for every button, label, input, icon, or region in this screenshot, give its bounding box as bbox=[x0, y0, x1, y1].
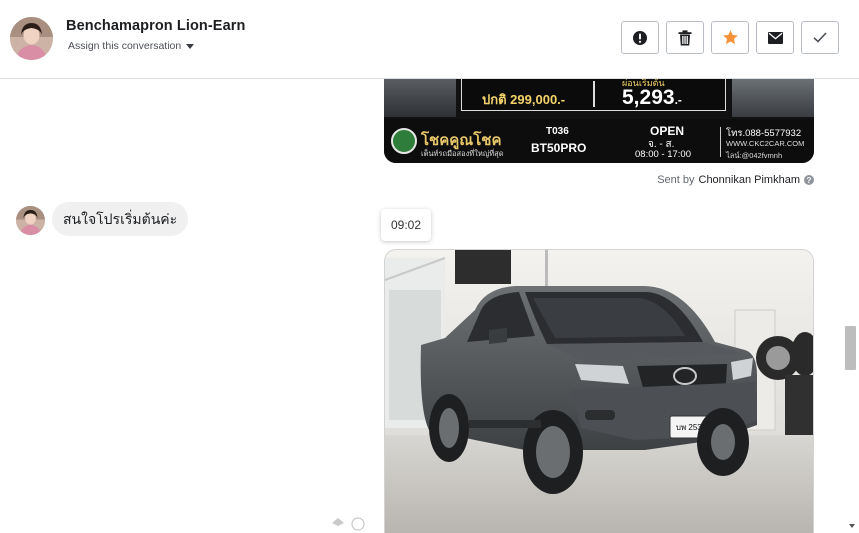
car-thumbnail-left bbox=[384, 79, 456, 117]
stock-code: T036 bbox=[546, 126, 569, 137]
promo-banner-image[interactable]: ปกติ 299,000.- ผ่อนเริ่มต้น 5,293.- โชคค… bbox=[384, 79, 814, 163]
sent-by-agent: Chonnikan Pimkham bbox=[698, 174, 801, 186]
assign-conversation-dropdown[interactable]: Assign this conversation bbox=[68, 40, 195, 52]
car-model: BT50PRO bbox=[531, 141, 587, 155]
banner-footer: โชคคูณโชค เต็นท์รถมือสองที่ใหญ่ที่สุด T0… bbox=[384, 119, 814, 163]
dealer-line-id: ไลน์:@042fvmnh bbox=[726, 151, 783, 160]
price-box: ปกติ 299,000.- ผ่อนเริ่มต้น 5,293.- bbox=[461, 79, 726, 111]
contact-avatar[interactable] bbox=[10, 17, 53, 60]
incoming-message-bubble[interactable]: สนใจโปรเริ่มต้นค่ะ bbox=[52, 202, 189, 236]
delete-button[interactable] bbox=[666, 21, 704, 54]
monthly-value: 5,293 bbox=[622, 86, 675, 109]
exclamation-icon bbox=[633, 30, 647, 45]
help-icon[interactable]: ? bbox=[804, 175, 814, 185]
conversation-thread[interactable]: ปกติ 299,000.- ผ่อนเริ่มต้น 5,293.- โชคค… bbox=[0, 79, 859, 533]
normal-price: ปกติ 299,000.- bbox=[482, 92, 566, 107]
sent-by-prefix: Sent by bbox=[657, 174, 695, 186]
scrollbar-thumb[interactable] bbox=[845, 326, 856, 370]
scrollbar[interactable] bbox=[842, 79, 859, 533]
scroll-down-arrow-icon[interactable] bbox=[849, 524, 855, 528]
open-hours: 08:00 - 17:00 bbox=[635, 149, 691, 160]
conversation-header: Benchamapron Lion-Earn Assign this conve… bbox=[0, 0, 859, 79]
car-thumbnail-right bbox=[732, 79, 814, 117]
envelope-icon bbox=[767, 31, 783, 44]
star-button[interactable] bbox=[711, 21, 749, 54]
dealer-tagline: เต็นท์รถมือสองที่ใหญ่ที่สุด bbox=[421, 149, 504, 158]
emoji-icon[interactable] bbox=[351, 517, 365, 531]
reply-icon[interactable] bbox=[331, 517, 345, 527]
star-icon bbox=[722, 30, 738, 45]
message-timestamp: 09:02 bbox=[381, 209, 432, 241]
message-reaction-icons[interactable] bbox=[331, 517, 365, 531]
checkmark-icon bbox=[813, 32, 827, 43]
caret-down-icon bbox=[186, 44, 195, 49]
trash-icon bbox=[678, 29, 692, 45]
sender-avatar[interactable] bbox=[16, 206, 45, 235]
footer-divider bbox=[720, 127, 721, 157]
dealer-logo-icon bbox=[391, 128, 417, 154]
header-actions bbox=[621, 21, 839, 54]
dealer-website: WWW.CKC2CAR.COM bbox=[726, 139, 805, 148]
assign-label: Assign this conversation bbox=[68, 40, 182, 52]
monthly-suffix: .- bbox=[674, 93, 682, 107]
open-label: OPEN bbox=[650, 124, 685, 138]
mark-spam-button[interactable] bbox=[621, 21, 659, 54]
car-photo-image[interactable]: บพ 2538 bbox=[384, 249, 814, 533]
mark-unread-button[interactable] bbox=[756, 21, 794, 54]
monthly-price: 5,293.- bbox=[622, 86, 682, 110]
price-divider bbox=[593, 81, 595, 107]
sent-by-label: Sent by Chonnikan Pimkham ? bbox=[657, 174, 814, 186]
mark-done-button[interactable] bbox=[801, 21, 839, 54]
contact-name[interactable]: Benchamapron Lion-Earn bbox=[66, 18, 245, 34]
